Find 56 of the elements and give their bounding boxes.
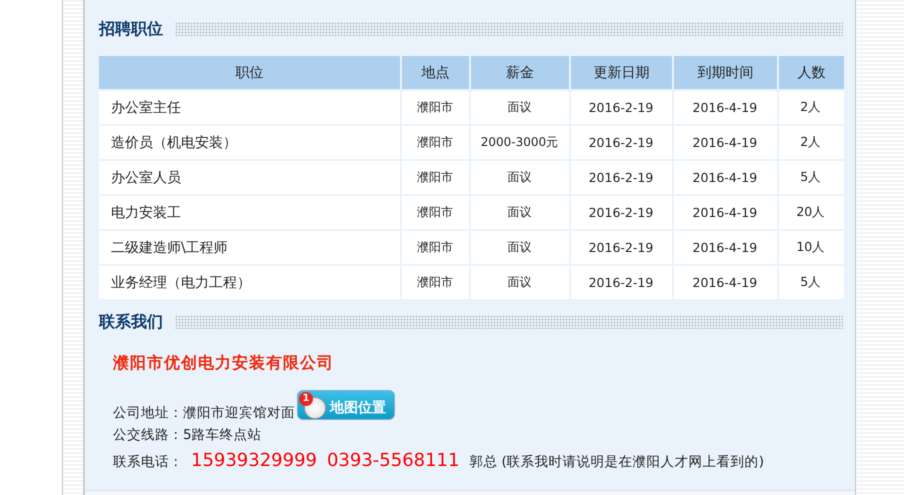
- section-title: 招聘职位: [99, 18, 163, 40]
- table-cell: 10人: [778, 231, 844, 264]
- table-cell: 办公室人员: [99, 161, 400, 194]
- table-cell: 2人: [778, 126, 844, 159]
- table-cell: 濮阳市: [402, 91, 470, 124]
- table-cell: 2人: [778, 91, 844, 124]
- table-cell: 濮阳市: [402, 196, 470, 229]
- column-header: 到期时间: [674, 56, 777, 89]
- column-header: 地点: [402, 56, 470, 89]
- table-cell: 2016-4-19: [674, 196, 777, 229]
- table-cell: 造价员（机电安装）: [99, 126, 400, 159]
- column-header: 职位: [99, 56, 400, 89]
- map-location-button[interactable]: 1 地图位置: [297, 390, 395, 420]
- section-title: 联系我们: [99, 312, 163, 332]
- phone-label: 联系电话：: [113, 453, 183, 471]
- table-cell: 濮阳市: [402, 126, 470, 159]
- phone-number: 0393-5568111: [326, 450, 460, 471]
- column-header: 更新日期: [570, 56, 672, 89]
- contact-note: (联系我时请说明是在濮阳人才网上看到的): [501, 453, 764, 471]
- table-cell: 面议: [471, 231, 569, 264]
- table-cell: 2016-4-19: [674, 161, 777, 194]
- table-cell: 2016-4-19: [674, 91, 777, 124]
- table-cell: 面议: [471, 266, 569, 299]
- table-cell: 濮阳市: [402, 266, 470, 299]
- table-cell: 2000-3000元: [471, 126, 569, 159]
- table-cell: 2016-2-19: [570, 196, 672, 229]
- bus-label: 公交线路：: [113, 426, 183, 444]
- phone-number: 15939329999: [191, 450, 317, 471]
- table-cell: 2016-4-19: [674, 126, 777, 159]
- table-cell: 面议: [471, 91, 569, 124]
- table-cell: 二级建造师\工程师: [99, 231, 400, 264]
- table-cell: 面议: [471, 161, 569, 194]
- table-cell: 2016-4-19: [674, 266, 777, 299]
- table-cell: 业务经理（电力工程）: [99, 266, 400, 299]
- table-cell: 办公室主任: [99, 91, 400, 124]
- column-header: 薪金: [471, 56, 569, 89]
- table-cell: 2016-2-19: [570, 161, 672, 194]
- contact-person: 郭总: [469, 453, 498, 471]
- table-cell: 濮阳市: [402, 161, 470, 194]
- table-cell: 20人: [778, 196, 844, 229]
- address-text: 濮阳市迎宾馆对面: [183, 404, 295, 422]
- bus-route-text: 5路车终点站: [183, 426, 262, 444]
- table-cell: 2016-2-19: [570, 126, 672, 159]
- table-cell: 2016-2-19: [570, 231, 672, 264]
- table-cell: 2016-4-19: [674, 231, 777, 264]
- company-name: 濮阳市优创电力安装有限公司: [113, 353, 335, 374]
- table-cell: 2016-2-19: [570, 91, 672, 124]
- table-cell: 5人: [778, 266, 844, 299]
- table-cell: 濮阳市: [402, 231, 470, 264]
- table-cell: 2016-2-19: [570, 266, 672, 299]
- address-label: 公司地址：: [113, 404, 183, 422]
- column-header: 人数: [778, 56, 844, 89]
- table-cell: 面议: [471, 196, 569, 229]
- number-badge: 1: [299, 392, 313, 406]
- table-cell: 5人: [778, 161, 844, 194]
- table-cell: 电力安装工: [99, 196, 400, 229]
